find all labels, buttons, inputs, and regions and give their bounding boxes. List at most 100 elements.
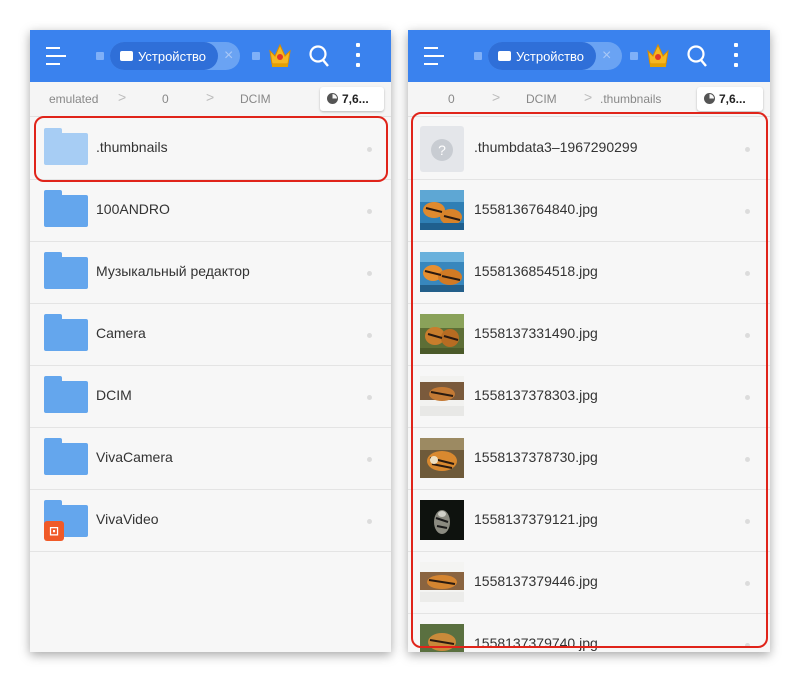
close-tab-icon[interactable]: × (224, 47, 233, 65)
toolbar: Устройство × (408, 30, 770, 82)
breadcrumb: emulated > 0 > DCIM 7,6... (30, 82, 391, 117)
window-indicator-icon (630, 52, 638, 60)
storage-text: 7,6... (342, 92, 369, 106)
item-name: DCIM (96, 387, 132, 403)
list-item[interactable]: ⊡ VivaVideo (30, 489, 391, 552)
select-dot[interactable] (745, 581, 750, 586)
item-name: 1558137378303.jpg (474, 387, 598, 403)
left-file-panel: Устройство × emulated > 0 > DCIM 7,6... (30, 30, 391, 652)
folder-icon (44, 314, 88, 351)
storage-indicator[interactable]: 7,6... (320, 87, 384, 111)
item-name: 1558137379446.jpg (474, 573, 598, 589)
folder-icon (44, 252, 88, 289)
list-item[interactable]: VivaCamera (30, 427, 391, 490)
menu-icon[interactable] (424, 47, 444, 65)
search-icon[interactable] (308, 44, 330, 68)
more-options-icon[interactable] (355, 43, 361, 67)
list-item[interactable]: 1558137331490.jpg (408, 303, 770, 366)
image-thumbnail (420, 252, 464, 292)
list-item[interactable]: 1558137378303.jpg (408, 365, 770, 428)
device-icon (498, 51, 511, 61)
select-dot[interactable] (745, 333, 750, 338)
list-item[interactable]: 1558137379121.jpg (408, 489, 770, 552)
tab-device[interactable]: Устройство × (110, 42, 240, 70)
tab-label: Устройство (138, 49, 207, 64)
list-item[interactable]: Camera (30, 303, 391, 366)
chevron-right-icon: > (584, 89, 593, 105)
search-icon[interactable] (686, 44, 708, 68)
device-icon (120, 51, 133, 61)
pie-chart-icon (327, 93, 338, 104)
crown-icon[interactable] (268, 42, 292, 68)
item-name: .thumbdata3–1967290299 (474, 139, 638, 155)
list-item[interactable]: 1558136854518.jpg (408, 241, 770, 304)
select-dot[interactable] (745, 643, 750, 648)
toolbar: Устройство × (30, 30, 391, 82)
select-dot[interactable] (367, 333, 372, 338)
chevron-right-icon: > (118, 89, 127, 105)
window-indicator-icon (96, 52, 104, 60)
image-thumbnail (420, 624, 464, 652)
list-item[interactable]: Музыкальный редактор (30, 241, 391, 304)
breadcrumb-0[interactable]: 0 (162, 92, 169, 106)
select-dot[interactable] (367, 209, 372, 214)
breadcrumb-thumbnails[interactable]: .thumbnails (600, 92, 661, 106)
select-dot[interactable] (745, 457, 750, 462)
breadcrumb-emulated[interactable]: emulated (49, 92, 98, 106)
list-item[interactable]: DCIM (30, 365, 391, 428)
list-item[interactable]: 1558137379446.jpg (408, 551, 770, 614)
item-name: 1558136854518.jpg (474, 263, 598, 279)
item-name: 100ANDRO (96, 201, 170, 217)
list-item[interactable]: 1558137378730.jpg (408, 427, 770, 490)
select-dot[interactable] (367, 395, 372, 400)
window-indicator-icon (474, 52, 482, 60)
tab-label: Устройство (516, 49, 585, 64)
question-mark-icon: ? (431, 139, 453, 161)
list-item[interactable]: ? .thumbdata3–1967290299 (408, 117, 770, 180)
item-name: 1558137331490.jpg (474, 325, 598, 341)
item-name: 1558137379740.jpg (474, 635, 598, 651)
select-dot[interactable] (367, 147, 372, 152)
folder-icon (44, 438, 88, 475)
select-dot[interactable] (745, 395, 750, 400)
item-name: 1558136764840.jpg (474, 201, 598, 217)
breadcrumb-0[interactable]: 0 (448, 92, 455, 106)
image-thumbnail (420, 500, 464, 540)
crown-icon[interactable] (646, 42, 670, 68)
select-dot[interactable] (745, 209, 750, 214)
list-item[interactable]: 1558137379740.jpg (408, 613, 770, 652)
window-indicator-icon (252, 52, 260, 60)
right-file-panel: Устройство × 0 > DCIM > .thumbnails 7,6.… (408, 30, 770, 652)
select-dot[interactable] (367, 519, 372, 524)
menu-icon[interactable] (46, 47, 66, 65)
image-thumbnail (420, 314, 464, 354)
select-dot[interactable] (745, 147, 750, 152)
close-tab-icon[interactable]: × (602, 47, 611, 65)
folder-icon: ⊡ (44, 500, 88, 541)
folder-icon (44, 376, 88, 413)
storage-indicator[interactable]: 7,6... (697, 87, 763, 111)
select-dot[interactable] (367, 271, 372, 276)
select-dot[interactable] (745, 271, 750, 276)
select-dot[interactable] (367, 457, 372, 462)
item-name: 1558137378730.jpg (474, 449, 598, 465)
more-options-icon[interactable] (733, 43, 739, 67)
list-item[interactable]: 1558136764840.jpg (408, 179, 770, 242)
select-dot[interactable] (745, 519, 750, 524)
breadcrumb-dcim[interactable]: DCIM (240, 92, 271, 106)
item-name: VivaVideo (96, 511, 159, 527)
item-name: Музыкальный редактор (96, 263, 250, 279)
vivavideo-app-icon: ⊡ (44, 521, 64, 541)
breadcrumb-dcim[interactable]: DCIM (526, 92, 557, 106)
item-name: .thumbnails (96, 139, 168, 155)
folder-icon (44, 128, 88, 165)
storage-text: 7,6... (719, 92, 746, 106)
folder-icon (44, 190, 88, 227)
item-name: VivaCamera (96, 449, 173, 465)
image-thumbnail (420, 438, 464, 478)
tab-device[interactable]: Устройство × (488, 42, 622, 70)
pie-chart-icon (704, 93, 715, 104)
list-item[interactable]: .thumbnails (30, 117, 391, 180)
list-item[interactable]: 100ANDRO (30, 179, 391, 242)
item-name: Camera (96, 325, 146, 341)
